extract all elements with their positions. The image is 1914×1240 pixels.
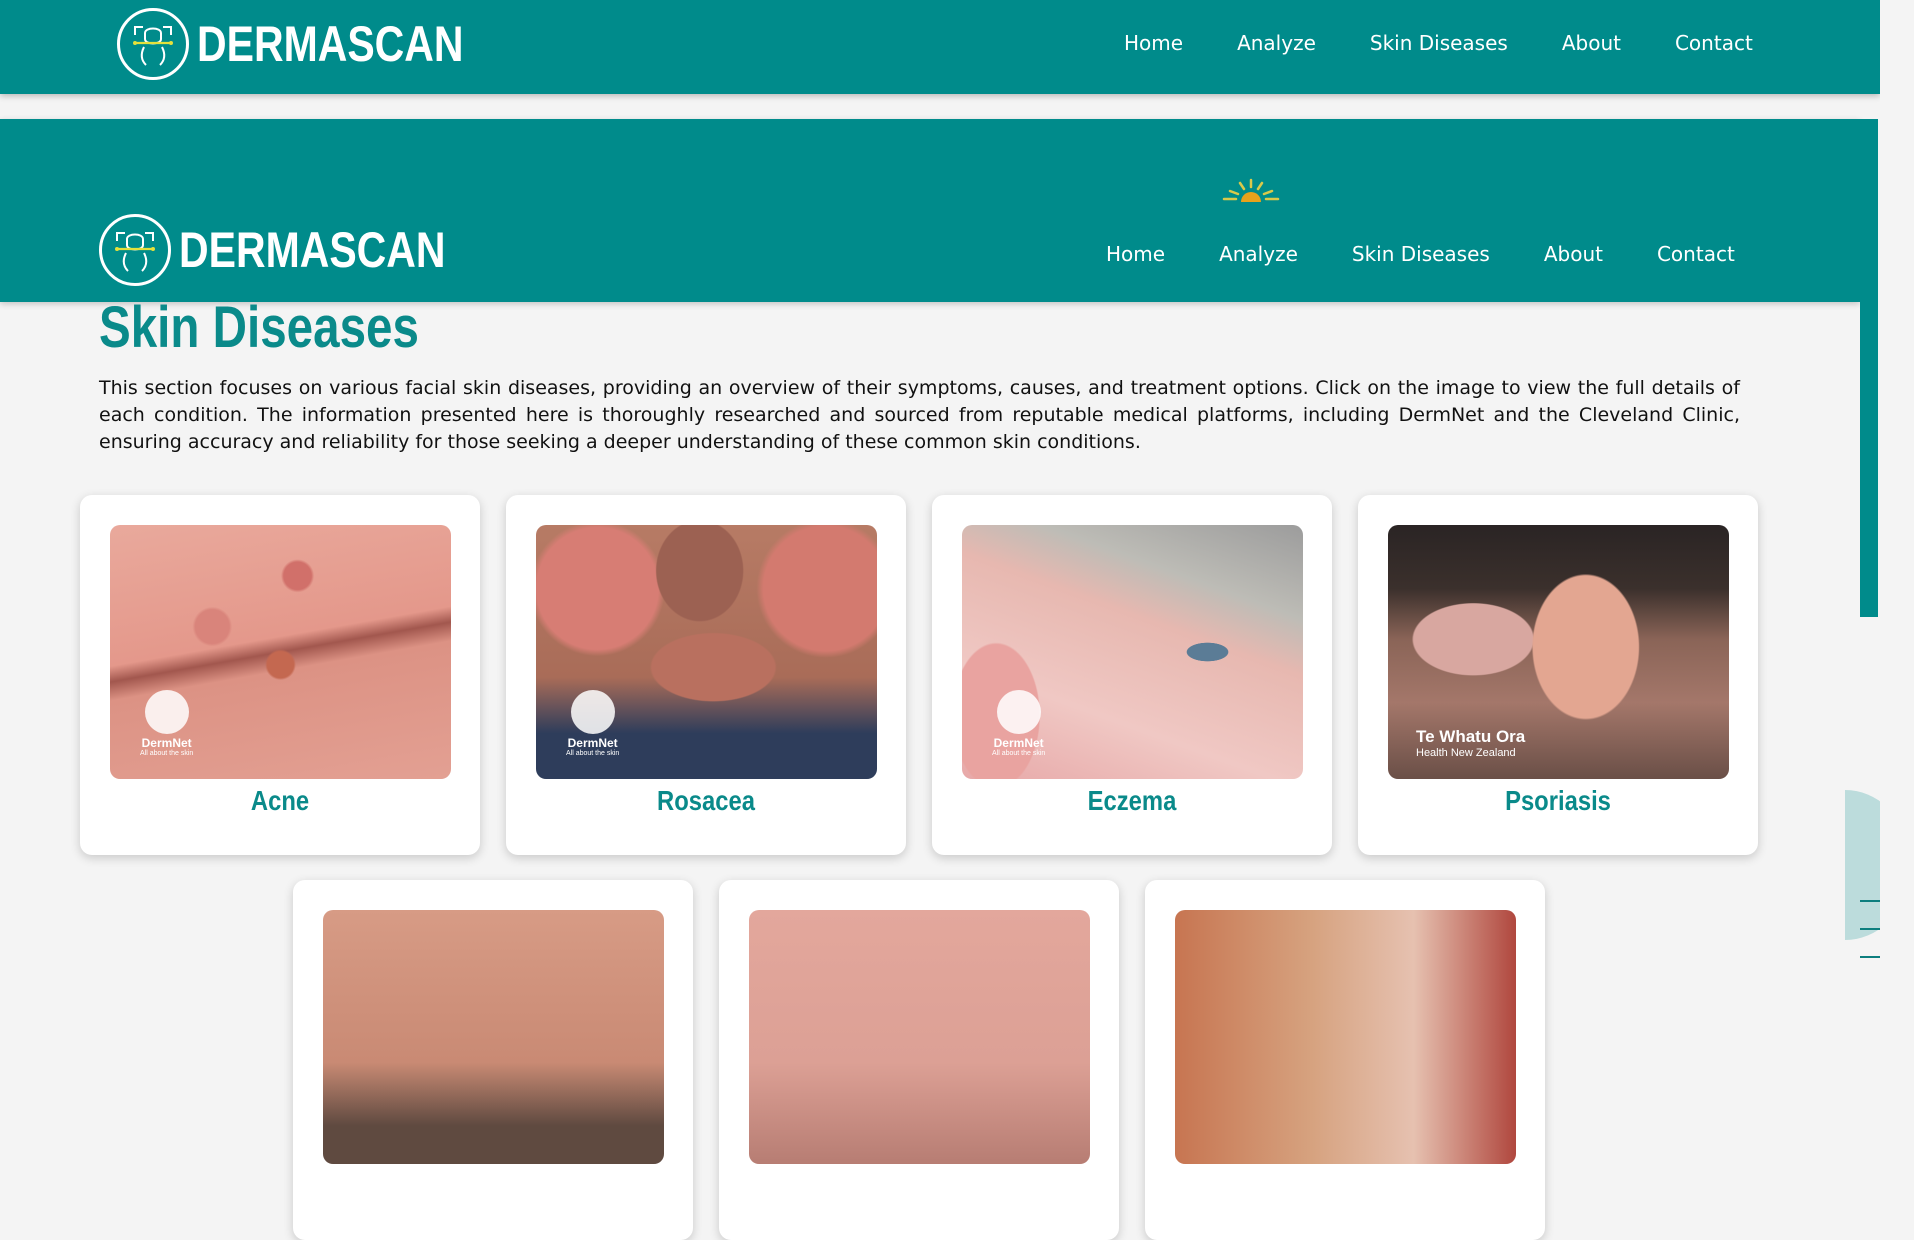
nav-home[interactable]: Home (1106, 242, 1165, 266)
nav-contact[interactable]: Contact (1675, 31, 1753, 55)
intro-paragraph: This section focuses on various facial s… (99, 377, 1740, 453)
decorative-lines (1860, 900, 1880, 991)
secondary-navbar: DERMASCAN Home Analyze Skin Diseases Abo… (0, 119, 1860, 302)
card-title[interactable]: Acne (110, 785, 450, 817)
nav-skin-diseases[interactable]: Skin Diseases (1352, 242, 1490, 266)
nav-about[interactable]: About (1544, 242, 1603, 266)
watermark: Te Whatu Ora Health New Zealand (1416, 727, 1526, 759)
face-scan-icon (117, 8, 189, 80)
top-nav-links: Home Analyze Skin Diseases About Contact (1124, 31, 1753, 55)
brand-name: DERMASCAN (179, 222, 446, 278)
disease-card-acne[interactable]: DermNet All about the skin Acne (80, 495, 480, 855)
disease-card-rosacea[interactable]: DermNet All about the skin Rosacea (506, 495, 906, 855)
page-title: Skin Diseases (99, 295, 419, 360)
disease-card[interactable] (1145, 880, 1545, 1240)
top-navbar: DERMASCAN Home Analyze Skin Diseases Abo… (0, 0, 1880, 94)
card-title[interactable]: Rosacea (536, 785, 876, 817)
dermnet-logo-icon (144, 690, 189, 734)
brand-name: DERMASCAN (197, 16, 464, 72)
nav-analyze[interactable]: Analyze (1237, 31, 1316, 55)
brand-logo[interactable]: DERMASCAN (117, 8, 522, 80)
decorative-right-strip (1860, 119, 1878, 617)
eczema-image[interactable]: DermNet All about the skin (962, 525, 1303, 779)
watermark: DermNet All about the skin (140, 690, 193, 757)
disease-card-eczema[interactable]: DermNet All about the skin Eczema (932, 495, 1332, 855)
nav-about[interactable]: About (1562, 31, 1621, 55)
disease-card[interactable] (293, 880, 693, 1240)
disease-card-psoriasis[interactable]: Te Whatu Ora Health New Zealand Psoriasi… (1358, 495, 1758, 855)
acne-image[interactable]: DermNet All about the skin (110, 525, 451, 779)
nav-contact[interactable]: Contact (1657, 242, 1735, 266)
card-title[interactable]: Psoriasis (1388, 785, 1728, 817)
disease-image[interactable] (1175, 910, 1516, 1164)
nav-home[interactable]: Home (1124, 31, 1183, 55)
disease-card[interactable] (719, 880, 1119, 1240)
rosacea-image[interactable]: DermNet All about the skin (536, 525, 877, 779)
watermark: DermNet All about the skin (992, 690, 1045, 757)
disease-image[interactable] (749, 910, 1090, 1164)
face-scan-icon (99, 214, 171, 286)
dermnet-logo-icon (996, 690, 1041, 734)
nav-analyze[interactable]: Analyze (1219, 242, 1298, 266)
psoriasis-image[interactable]: Te Whatu Ora Health New Zealand (1388, 525, 1729, 779)
brand-logo-secondary[interactable]: DERMASCAN (99, 214, 504, 286)
dermnet-logo-icon (570, 690, 615, 734)
watermark: DermNet All about the skin (566, 690, 619, 757)
secondary-nav-links: Home Analyze Skin Diseases About Contact (1106, 242, 1735, 266)
sun-icon (1222, 178, 1280, 202)
disease-image[interactable] (323, 910, 664, 1164)
card-title[interactable]: Eczema (962, 785, 1302, 817)
scrollbar-track[interactable] (1880, 0, 1914, 991)
nav-skin-diseases[interactable]: Skin Diseases (1370, 31, 1508, 55)
